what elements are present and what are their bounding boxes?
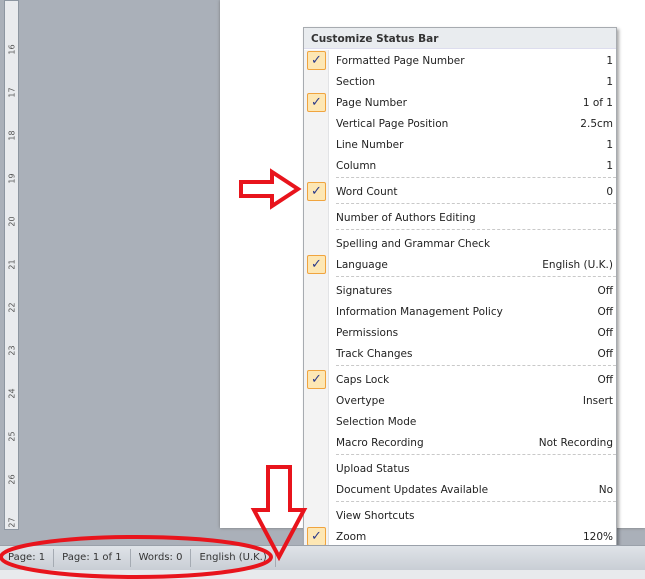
- menu-item-label: Word Count: [336, 185, 398, 198]
- ruler-label: 21: [7, 259, 17, 270]
- menu-item-label: Section: [336, 75, 376, 88]
- menu-item-value: English (U.K.): [542, 258, 613, 271]
- menu-item[interactable]: Spelling and Grammar Check: [304, 233, 616, 254]
- customize-status-bar-menu: Customize Status Bar ✓ Formatted Page Num…: [303, 27, 617, 567]
- menu-item[interactable]: ✓ Language English (U.K.): [304, 254, 616, 275]
- menu-item-label: Number of Authors Editing: [336, 211, 476, 224]
- menu-item-value: 1: [606, 138, 613, 151]
- menu-item[interactable]: Vertical Page Position 2.5cm: [304, 113, 616, 134]
- menu-item-value: Insert: [582, 394, 613, 407]
- menu-item[interactable]: Line Number 1: [304, 134, 616, 155]
- menu-item-value: 1: [606, 75, 613, 88]
- menu-title: Customize Status Bar: [304, 28, 616, 49]
- menu-item[interactable]: ✓ Zoom 120%: [304, 526, 616, 547]
- status-language[interactable]: English (U.K.): [191, 549, 276, 567]
- checkmark-icon: ✓: [307, 527, 326, 546]
- menu-item-label: Vertical Page Position: [336, 117, 449, 130]
- menu-item-label: Macro Recording: [336, 436, 424, 449]
- taskbar-strip: [0, 570, 645, 579]
- menu-item-label: Track Changes: [336, 347, 413, 360]
- menu-item[interactable]: Section 1: [304, 71, 616, 92]
- ruler-label: 27: [7, 517, 17, 528]
- checkmark-icon: ✓: [307, 370, 326, 389]
- menu-item[interactable]: Document Updates Available No: [304, 479, 616, 500]
- menu-item-value: 1: [606, 159, 613, 172]
- ruler-label: 22: [7, 302, 17, 313]
- menu-item-label: Caps Lock: [336, 373, 390, 386]
- status-page-number[interactable]: Page: 1 of 1: [54, 549, 131, 567]
- menu-item-value: No: [598, 483, 613, 496]
- menu-item-label: Information Management Policy: [336, 305, 503, 318]
- menu-item[interactable]: Track Changes Off: [304, 343, 616, 364]
- menu-item-label: Column: [336, 159, 377, 172]
- menu-item[interactable]: Overtype Insert: [304, 390, 616, 411]
- ruler-label: 24: [7, 388, 17, 399]
- menu-item-label: Overtype: [336, 394, 385, 407]
- checkmark-icon: ✓: [307, 93, 326, 112]
- menu-item-value: 1: [606, 54, 613, 67]
- ruler-label: 25: [7, 431, 17, 442]
- menu-item-label: Upload Status: [336, 462, 410, 475]
- menu-item-label: Selection Mode: [336, 415, 417, 428]
- status-bar: Page: 1 Page: 1 of 1 Words: 0 English (U…: [0, 545, 645, 570]
- menu-item[interactable]: Permissions Off: [304, 322, 616, 343]
- vertical-ruler[interactable]: 16 17 18 19 20 21 22 23 24 25 26 27: [4, 0, 19, 530]
- menu-item-label: Formatted Page Number: [336, 54, 465, 67]
- menu-item-value: 1 of 1: [582, 96, 613, 109]
- menu-item-label: Zoom: [336, 530, 367, 543]
- ruler-label: 18: [7, 130, 17, 141]
- checkmark-icon: ✓: [307, 182, 326, 201]
- status-word-count[interactable]: Words: 0: [131, 549, 192, 567]
- menu-item[interactable]: Signatures Off: [304, 280, 616, 301]
- menu-item[interactable]: ✓ Caps Lock Off: [304, 369, 616, 390]
- menu-item-label: Line Number: [336, 138, 404, 151]
- menu-item[interactable]: ✓ Word Count 0: [304, 181, 616, 202]
- menu-item[interactable]: View Shortcuts: [304, 505, 616, 526]
- status-page[interactable]: Page: 1: [0, 549, 55, 567]
- menu-item[interactable]: Column 1: [304, 155, 616, 176]
- menu-item-value: Not Recording: [538, 436, 613, 449]
- menu-item[interactable]: ✓ Formatted Page Number 1: [304, 50, 616, 71]
- menu-item-value: 2.5cm: [580, 117, 613, 130]
- ruler-label: 17: [7, 87, 17, 98]
- menu-item-value: Off: [597, 347, 614, 360]
- menu-item-label: Permissions: [336, 326, 399, 339]
- menu-item[interactable]: ✓ Page Number 1 of 1: [304, 92, 616, 113]
- menu-item-value: 120%: [582, 530, 613, 543]
- checkmark-icon: ✓: [307, 51, 326, 70]
- menu-item-value: 0: [606, 185, 613, 198]
- menu-item-label: Spelling and Grammar Check: [336, 237, 491, 250]
- ruler-label: 23: [7, 345, 17, 356]
- menu-item-value: Off: [597, 326, 614, 339]
- menu-item-value: Off: [597, 373, 614, 386]
- menu-item-label: Language: [336, 258, 388, 271]
- ruler-label: 16: [7, 44, 17, 55]
- menu-item-value: Off: [597, 284, 614, 297]
- menu-item-label: Signatures: [336, 284, 393, 297]
- menu-item[interactable]: Number of Authors Editing: [304, 207, 616, 228]
- menu-item-label: Page Number: [336, 96, 407, 109]
- menu-item[interactable]: Upload Status: [304, 458, 616, 479]
- ruler-label: 20: [7, 216, 17, 227]
- ruler-label: 19: [7, 173, 17, 184]
- menu-item-label: View Shortcuts: [336, 509, 415, 522]
- menu-item[interactable]: Macro Recording Not Recording: [304, 432, 616, 453]
- menu-item-label: Document Updates Available: [336, 483, 489, 496]
- ruler-label: 26: [7, 474, 17, 485]
- menu-item[interactable]: Selection Mode: [304, 411, 616, 432]
- menu-item[interactable]: Information Management Policy Off: [304, 301, 616, 322]
- menu-item-value: Off: [597, 305, 614, 318]
- checkmark-icon: ✓: [307, 255, 326, 274]
